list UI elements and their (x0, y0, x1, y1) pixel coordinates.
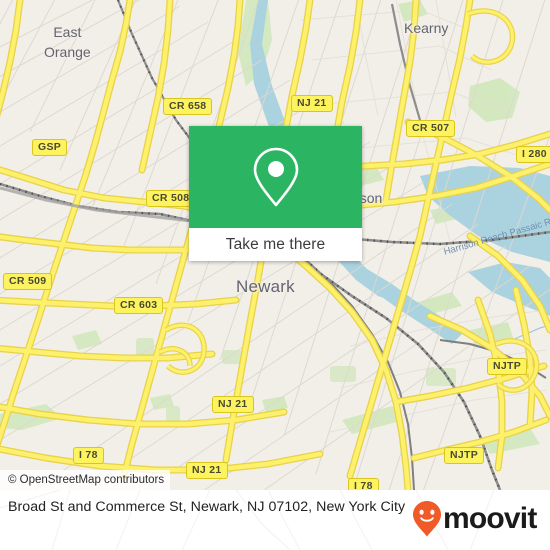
route-shield-njtp-lower: NJTP (444, 447, 485, 464)
osm-attribution[interactable]: © OpenStreetMap contributors (0, 470, 171, 490)
route-shield-i-78-left: I 78 (73, 447, 104, 464)
route-shield-gsp: GSP (32, 139, 68, 156)
route-shield-cr-509: CR 509 (3, 273, 53, 290)
moovit-wordmark: moovit (443, 502, 537, 535)
route-shield-nj-21-mid: NJ 21 (212, 396, 254, 413)
route-shield-njtp-upper: NJTP (487, 358, 528, 375)
route-shield-nj-21-north: NJ 21 (291, 95, 333, 112)
map-pin-icon (253, 147, 298, 207)
route-shield-cr-658: CR 658 (163, 98, 213, 115)
moovit-logo[interactable]: moovit (412, 500, 539, 538)
moovit-smiley-pin-icon (413, 501, 441, 537)
route-shield-cr-507: CR 507 (406, 120, 456, 137)
route-shield-cr-603: CR 603 (114, 297, 164, 314)
destination-callout-card[interactable]: Take me there (189, 126, 362, 261)
route-shield-nj-21-bottom: NJ 21 (186, 462, 228, 479)
route-shield-cr-508: CR 508 (146, 190, 196, 207)
osm-attribution-text: © OpenStreetMap contributors (8, 474, 165, 486)
callout-icon-area (189, 126, 362, 228)
take-me-there-button[interactable]: Take me there (189, 228, 362, 261)
footer-bar: Broad St and Commerce St, Newark, NJ 071… (0, 490, 550, 550)
map-canvas[interactable]: East Orange Kearny rison Newark Harrison… (0, 0, 550, 490)
location-address: Broad St and Commerce St, Newark, NJ 071… (8, 499, 406, 515)
route-shield-i-78-bottom: I 78 (348, 478, 379, 490)
take-me-there-label: Take me there (225, 235, 326, 253)
route-shield-i-280: I 280 (516, 146, 550, 163)
